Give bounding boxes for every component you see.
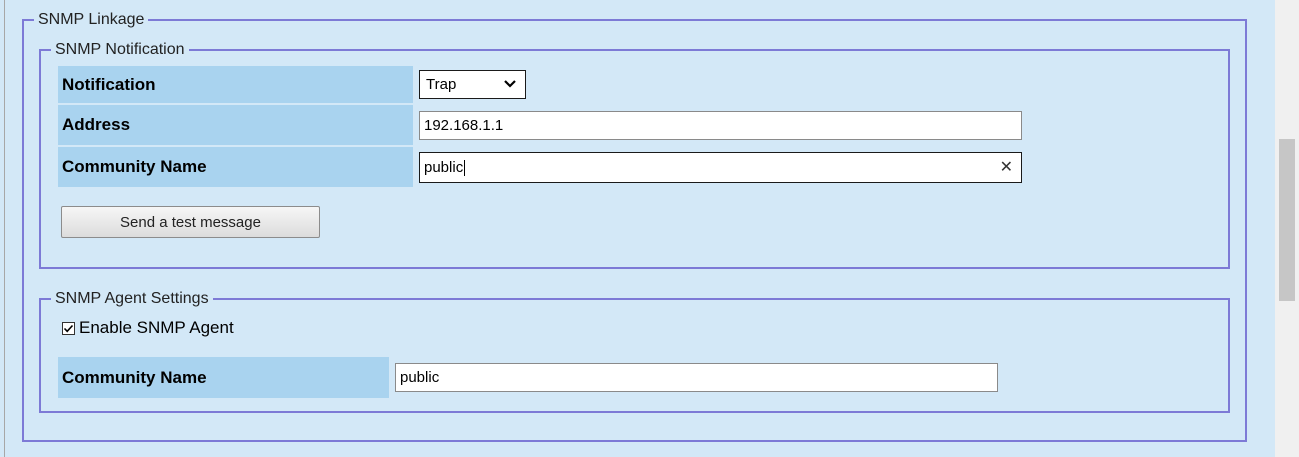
notification-select-value: Trap <box>426 76 457 93</box>
vertical-scrollbar[interactable] <box>1275 0 1299 457</box>
enable-snmp-agent-label: Enable SNMP Agent <box>79 318 234 337</box>
community-name-input-value: public <box>424 159 464 176</box>
community-name-label-text: Community Name <box>62 157 207 176</box>
agent-community-name-input-value: public <box>400 369 440 386</box>
checkmark-icon <box>63 324 74 332</box>
agent-community-name-label: Community Name <box>58 357 389 398</box>
snmp-notification-legend: SNMP Notification <box>55 41 185 58</box>
agent-community-name-label-text: Community Name <box>62 367 207 387</box>
chevron-down-icon <box>504 80 516 88</box>
notification-select[interactable]: Trap <box>419 70 526 99</box>
community-name-label: Community Name <box>58 147 413 187</box>
address-input[interactable]: 192.168.1.1 <box>419 111 1022 140</box>
enable-snmp-agent-row[interactable]: Enable SNMP Agent <box>62 318 234 338</box>
address-input-value: 192.168.1.1 <box>424 117 504 134</box>
notification-label-text: Notification <box>62 74 156 94</box>
enable-snmp-agent-checkbox[interactable] <box>62 321 75 335</box>
send-test-message-label: Send a test message <box>120 213 261 231</box>
text-caret <box>464 159 466 176</box>
snmp-linkage-legend: SNMP Linkage <box>38 11 145 28</box>
scrollbar-thumb[interactable] <box>1279 139 1295 301</box>
clear-icon[interactable]: ✕ <box>1000 157 1013 177</box>
snmp-agent-settings-legend: SNMP Agent Settings <box>55 290 209 307</box>
community-name-input[interactable]: public ✕ <box>419 152 1022 183</box>
address-label-text: Address <box>62 115 131 134</box>
agent-community-name-input[interactable]: public <box>395 363 998 392</box>
address-label: Address <box>58 105 413 145</box>
panel-left-border <box>4 0 5 457</box>
notification-label: Notification <box>58 66 413 103</box>
send-test-message-button[interactable]: Send a test message <box>61 206 320 238</box>
